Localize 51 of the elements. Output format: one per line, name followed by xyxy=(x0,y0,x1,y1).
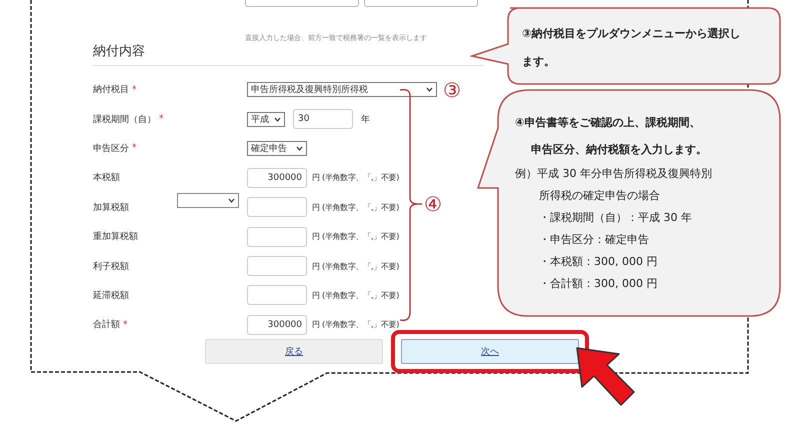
unit-label: 円 (半角数字、「,」不要) xyxy=(312,260,400,272)
field-label: 合計額 xyxy=(93,318,120,332)
nav-button[interactable]: 次へ xyxy=(401,338,579,364)
callout-text: ③納付税目をプルダウンメニューから選択し xyxy=(522,26,740,42)
caret-icon xyxy=(426,87,433,92)
unit-label: 円 (半角数字、「,」不要) xyxy=(312,231,400,242)
callout-text: ・合計額：300, 000 円 xyxy=(538,276,658,292)
input-field[interactable] xyxy=(247,197,307,218)
unit-label: 円 (半角数字、「,」不要) xyxy=(312,290,400,301)
field-label: 加算税額 xyxy=(93,202,129,214)
input-field[interactable] xyxy=(247,256,307,276)
unit-label: 年 xyxy=(361,114,370,126)
unit-label: 円 (半角数字、「,」不要) xyxy=(312,202,400,213)
input-field[interactable]: 30 xyxy=(293,109,353,130)
dropdown[interactable] xyxy=(177,192,239,208)
input-field[interactable] xyxy=(245,0,359,7)
caret-icon xyxy=(228,198,235,203)
field-label: 重加算税額 xyxy=(93,230,138,244)
required-mark: * xyxy=(159,114,164,124)
field-label: 本税額 xyxy=(93,172,120,184)
field-label: 申告区分 xyxy=(93,142,129,155)
input-field[interactable] xyxy=(364,0,478,7)
dropdown[interactable]: 確定申告 xyxy=(247,140,307,156)
callout-text: 所得税の確定申告の場合 xyxy=(538,188,661,204)
unit-label: 円 (半角数字、「,」不要) xyxy=(312,319,400,330)
input-field[interactable] xyxy=(247,226,307,247)
required-mark: * xyxy=(132,143,136,154)
input-field[interactable]: 300000 xyxy=(247,168,307,188)
unit-label: 円 (半角数字、「,」不要) xyxy=(312,172,400,184)
callout-text: ④申告書等をご確認の上、課税期間、 xyxy=(515,115,702,131)
callout-text: ます。 xyxy=(522,54,556,70)
required-mark: * xyxy=(123,320,128,330)
dropdown[interactable]: 平成 xyxy=(247,112,285,127)
field-label: 課税期間（自） xyxy=(93,114,156,126)
input-field[interactable]: 300000 xyxy=(247,314,307,335)
required-mark: * xyxy=(132,84,136,95)
caret-icon xyxy=(296,146,303,151)
field-label: 利子税額 xyxy=(93,260,129,273)
field-label: 延滞税額 xyxy=(93,290,129,302)
input-field[interactable] xyxy=(247,285,307,306)
field-label: 納付税目 xyxy=(93,84,129,96)
callout-text: 申告区分、納付税額を入力します。 xyxy=(530,142,708,158)
caret-icon xyxy=(274,116,281,122)
step-number: ③ xyxy=(443,80,461,100)
callout-text: 例）平成 30 年分申告所得税及復興特別 xyxy=(515,166,712,182)
step-number: ④ xyxy=(424,192,442,216)
callout-text: ・課税期間（自）：平成 30 年 xyxy=(538,210,693,226)
callout-text: ・申告区分：確定申告 xyxy=(538,232,650,248)
nav-button[interactable]: 戻る xyxy=(205,338,383,364)
dropdown[interactable]: 申告所得税及復興特別所得税 xyxy=(247,82,437,98)
callout-text: ・本税額：300, 000 円 xyxy=(538,254,658,270)
